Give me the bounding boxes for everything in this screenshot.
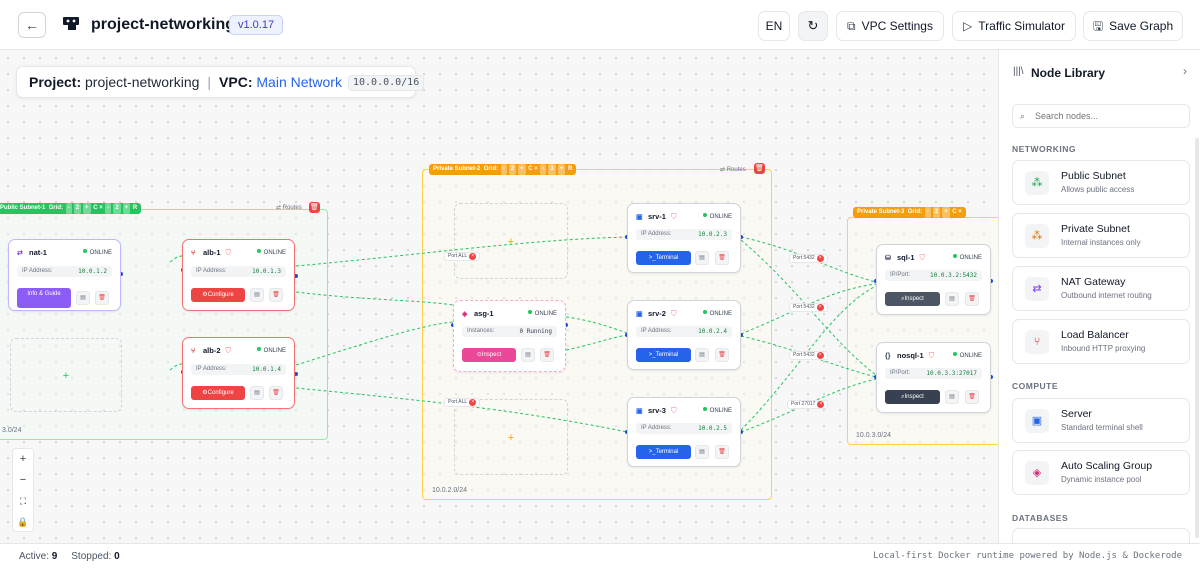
public-subnet-icon: ⁂ (1025, 171, 1049, 195)
port-label[interactable]: Port ALL × (444, 398, 481, 407)
zoom-controls: + − ⛶ 🔒 (12, 448, 34, 532)
braces-icon: {} (885, 353, 891, 360)
shield-icon: ⛉ (928, 351, 935, 360)
logs-button[interactable]: ▤ (945, 390, 959, 404)
library-item-auto-scaling-group[interactable]: ◈ Auto Scaling Group Dynamic instance po… (1012, 450, 1190, 495)
node-asg-1[interactable]: ◈ asg-1 ONLINE Instances: 0 Running ⊙Inspe… (453, 300, 566, 372)
port-label[interactable]: Port 5432 × (789, 254, 828, 263)
shield-icon: ⛉ (670, 406, 677, 415)
node-alb-1[interactable]: ⑂ alb-1 ⛉ ONLINE IP Address: 10.0.1.3 ⚙Conf… (182, 239, 295, 311)
inspect-button[interactable]: ⌕Inspect (885, 390, 940, 404)
inspect-button[interactable]: ⌕Inspect (885, 292, 940, 306)
library-title: Node Library (1031, 66, 1106, 80)
library-item-partial[interactable] (1012, 528, 1190, 543)
server-icon: ▣ (636, 408, 643, 415)
node-alb-2[interactable]: ⑂ alb-2 ⛉ ONLINE IP Address: 10.0.1.4 ⚙Conf… (182, 337, 295, 409)
category-databases: DATABASES (1012, 513, 1069, 523)
save-graph-button[interactable]: 🖫 Save Graph (1083, 11, 1183, 41)
nat-gateway-icon: ⇄ (1025, 277, 1049, 301)
delete-node-button[interactable]: 🗑 (95, 291, 109, 305)
delete-node-button[interactable]: 🗑 (715, 251, 729, 265)
inspect-button[interactable]: ⊙Inspect (462, 348, 516, 362)
vpc-name[interactable]: Main Network (256, 74, 342, 90)
server-icon: ▣ (1025, 409, 1049, 433)
search-icon: ⌕ (1020, 111, 1026, 121)
logs-button[interactable]: ▤ (945, 292, 959, 306)
node-library-panel: |||\ Node Library › ⌕ NETWORKING ⁂ Publi… (998, 50, 1200, 543)
delete-node-button[interactable]: 🗑 (965, 390, 979, 404)
footer-text: Local-first Docker runtime powered by No… (873, 551, 1182, 561)
logs-button[interactable]: ▤ (250, 288, 264, 302)
logs-button[interactable]: ▤ (521, 348, 535, 362)
configure-button[interactable]: ⚙Configure (191, 386, 245, 400)
load-balancer-icon: ⑂ (191, 250, 196, 257)
node-nat-1[interactable]: ⇄ nat-1 ONLINE IP Address: 10.0.1.2 Info &… (8, 239, 121, 311)
save-icon: 🖫 (1092, 19, 1104, 33)
auto-scaling-icon: ◈ (462, 311, 468, 318)
terminal-button[interactable]: >_Terminal (636, 348, 691, 362)
active-count: 9 (51, 551, 58, 562)
shield-icon: ⛉ (670, 212, 677, 221)
shield-icon: ⛉ (919, 253, 926, 262)
node-srv-1[interactable]: ▣ srv-1 ⛉ ONLINE IP Address: 10.0.2.3 >_Ter… (627, 203, 741, 273)
node-sql-1[interactable]: ⛁ sql-1 ⛉ ONLINE IP/Port: 10.0.3.2:5432 ⌕In… (876, 244, 991, 315)
delete-node-button[interactable]: 🗑 (965, 292, 979, 306)
delete-node-button[interactable]: 🗑 (269, 288, 283, 302)
delete-node-button[interactable]: 🗑 (715, 348, 729, 362)
status-bar: Active: 9 Stopped: 0 Local-first Docker … (0, 543, 1200, 568)
logs-button[interactable]: ▤ (76, 291, 90, 305)
search-input[interactable] (1035, 111, 1185, 121)
logs-button[interactable]: ▤ (695, 445, 709, 459)
terminal-button[interactable]: >_Terminal (636, 445, 691, 459)
load-balancer-icon: ⑂ (1025, 330, 1049, 354)
node-srv-3[interactable]: ▣ srv-3 ⛉ ONLINE IP Address: 10.0.2.5 >_Ter… (627, 397, 741, 467)
zoom-in-button[interactable]: + (13, 449, 33, 470)
node-nosql-1[interactable]: {} nosql-1 ⛉ ONLINE IP/Port: 10.0.3.3:27017… (876, 342, 991, 413)
lock-button[interactable]: 🔒 (13, 512, 33, 533)
server-icon: ▣ (636, 214, 643, 221)
port-label[interactable]: Port ALL × (444, 252, 481, 261)
delete-node-button[interactable]: 🗑 (540, 348, 554, 362)
zoom-out-button[interactable]: − (13, 470, 33, 491)
server-icon: ▣ (636, 311, 643, 318)
logs-button[interactable]: ▤ (250, 386, 264, 400)
library-item-load-balancer[interactable]: ⑂ Load Balancer Inbound HTTP proxying (1012, 319, 1190, 364)
stopped-count: 0 (114, 551, 120, 562)
delete-node-button[interactable]: 🗑 (715, 445, 729, 459)
nat-gateway-icon: ⇄ (17, 250, 23, 257)
search-nodes[interactable]: ⌕ (1012, 104, 1190, 128)
auto-scaling-icon: ◈ (1025, 461, 1049, 485)
port-label[interactable]: Port 5432 × (789, 351, 828, 360)
shield-icon: ⛉ (225, 248, 232, 257)
shield-icon: ⛉ (225, 346, 232, 355)
node-srv-2[interactable]: ▣ srv-2 ⛉ ONLINE IP Address: 10.0.2.4 >_Ter… (627, 300, 741, 370)
logs-button[interactable]: ▤ (695, 251, 709, 265)
load-balancer-icon: ⑂ (191, 348, 196, 355)
library-item-public-subnet[interactable]: ⁂ Public Subnet Allows public access (1012, 160, 1190, 205)
library-item-nat-gateway[interactable]: ⇄ NAT Gateway Outbound internet routing (1012, 266, 1190, 311)
breadcrumb: Project: project-networking | VPC: Main Ne… (16, 66, 425, 98)
library-item-private-subnet[interactable]: ⁂ Private Subnet Internal instances only (1012, 213, 1190, 258)
library-icon: |||\ (1013, 66, 1024, 77)
private-subnet-icon: ⁂ (1025, 224, 1049, 248)
category-networking: NETWORKING (1012, 144, 1077, 154)
shield-icon: ⛉ (670, 309, 677, 318)
configure-button[interactable]: ⚙Configure (191, 288, 245, 302)
port-label[interactable]: Port 27017 × (787, 400, 829, 409)
delete-node-button[interactable]: 🗑 (269, 386, 283, 400)
vpc-cidr: 10.0.0.0/16 (347, 75, 425, 91)
logs-button[interactable]: ▤ (695, 348, 709, 362)
collapse-panel-button[interactable]: › (1183, 64, 1187, 78)
project-name: project-networking (85, 74, 200, 90)
library-item-server[interactable]: ▣ Server Standard terminal shell (1012, 398, 1190, 443)
database-icon: ⛁ (885, 255, 891, 262)
fit-view-button[interactable]: ⛶ (13, 491, 33, 512)
port-label[interactable]: Port 5432 × (789, 303, 828, 312)
terminal-button[interactable]: >_Terminal (636, 251, 691, 265)
category-compute: COMPUTE (1012, 381, 1058, 391)
info-guide-button[interactable]: Info & Guide (17, 288, 71, 308)
library-scrollbar[interactable] (1195, 138, 1199, 538)
